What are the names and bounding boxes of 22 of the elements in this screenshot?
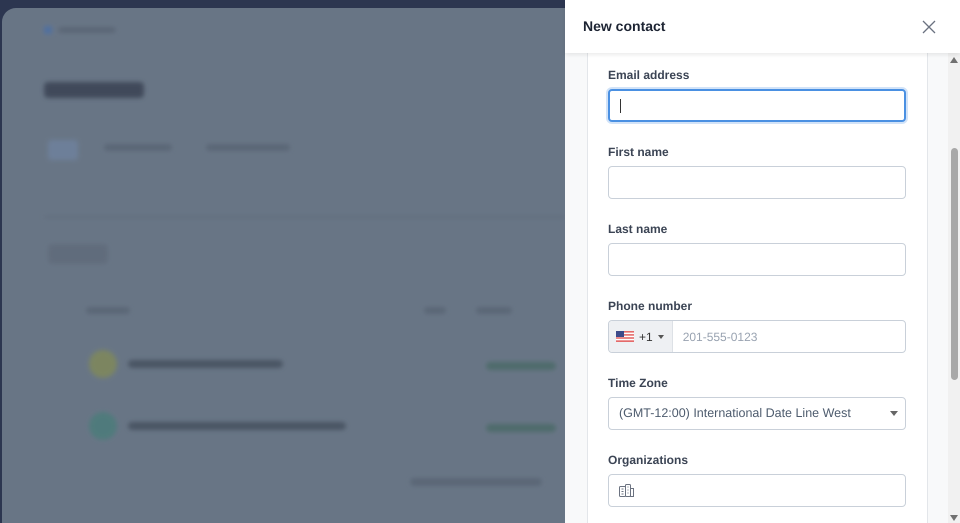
organization-field[interactable] xyxy=(608,474,906,507)
field-label: Last name xyxy=(608,221,668,238)
input-field[interactable] xyxy=(608,89,906,122)
caret-icon xyxy=(890,411,898,416)
field-label: Organizations xyxy=(608,452,690,469)
country-code-dropdown[interactable]: +1 xyxy=(609,321,673,352)
dialog-title: New contact xyxy=(583,17,666,36)
time-zone-select[interactable]: (GMT-12:00) International Date Line West xyxy=(608,397,906,430)
field-label: First name xyxy=(608,144,670,161)
scroll-down-arrow-icon[interactable] xyxy=(950,515,958,521)
phone-field[interactable]: +1 201-555-0123 xyxy=(608,320,906,353)
building-icon xyxy=(619,484,634,497)
field-label: Phone number xyxy=(608,298,694,315)
input-field[interactable] xyxy=(608,166,906,199)
field-label: Email address xyxy=(608,67,690,84)
scroll-up-arrow-icon[interactable] xyxy=(950,57,958,63)
caret-icon xyxy=(658,334,664,338)
input-field[interactable] xyxy=(608,243,906,276)
scrollbar[interactable] xyxy=(948,53,960,523)
close-icon[interactable] xyxy=(920,18,938,36)
field-label: Time Zone xyxy=(608,375,669,392)
flag-icon xyxy=(616,331,634,342)
